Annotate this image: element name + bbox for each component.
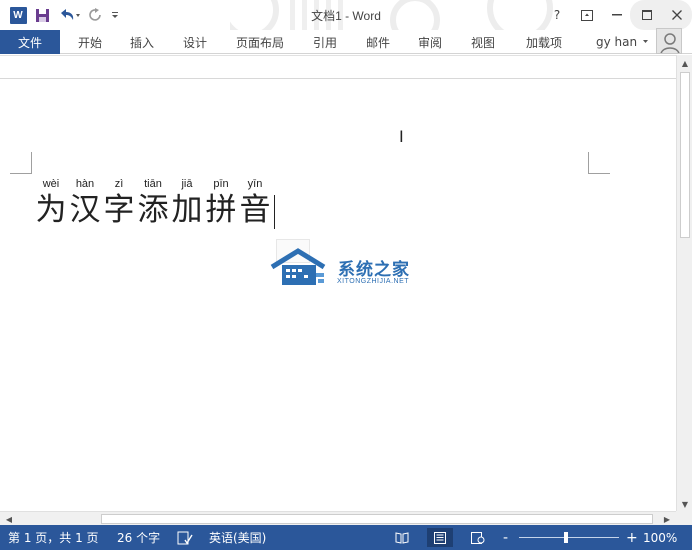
scroll-right-icon[interactable]: ▶ xyxy=(661,512,673,526)
user-silhouette-icon xyxy=(660,33,680,53)
title-bar: W 文档1 - Word ? xyxy=(0,0,692,30)
print-layout-icon[interactable] xyxy=(427,528,453,547)
zoom-in-button[interactable]: + xyxy=(626,525,638,550)
ruby-char: hàn 汉 xyxy=(69,178,101,228)
help-icon[interactable]: ? xyxy=(542,0,572,30)
tab-file[interactable]: 文件 xyxy=(0,30,60,54)
minimize-icon[interactable] xyxy=(602,0,632,30)
ribbon-tabs: 文件 开始 插入 设计 页面布局 引用 邮件 审阅 视图 加载项 gy han xyxy=(0,30,692,54)
watermark-url: XITONGZHIJIA.NET xyxy=(337,278,410,285)
horizontal-scroll-thumb[interactable] xyxy=(101,514,653,524)
ruby-char: zì 字 xyxy=(103,178,135,228)
margin-corner-top-right xyxy=(588,152,610,174)
margin-corner-top-left xyxy=(10,152,32,174)
tab-review[interactable]: 审阅 xyxy=(410,30,450,54)
word-count[interactable]: 26 个字 xyxy=(117,525,160,550)
tab-references[interactable]: 引用 xyxy=(305,30,345,54)
maximize-icon[interactable] xyxy=(632,0,662,30)
tab-addins[interactable]: 加载项 xyxy=(518,30,570,54)
scroll-left-icon[interactable]: ◀ xyxy=(3,512,15,526)
ruby-char: yīn 音 xyxy=(239,178,271,228)
zoom-slider-thumb[interactable] xyxy=(564,532,568,543)
language-indicator[interactable]: 英语(美国) xyxy=(209,525,266,550)
tab-page-layout[interactable]: 页面布局 xyxy=(230,30,290,54)
tab-insert[interactable]: 插入 xyxy=(122,30,162,54)
user-name: gy han xyxy=(596,35,638,49)
zoom-level[interactable]: 100% xyxy=(643,525,677,550)
ribbon-display-options-icon[interactable] xyxy=(572,0,602,30)
ruby-char: wèi 为 xyxy=(35,178,67,228)
house-logo-icon xyxy=(270,248,326,285)
avatar[interactable] xyxy=(656,28,682,54)
status-bar: 第 1 页，共 1 页 26 个字 英语(美国) - + 100% xyxy=(0,525,692,550)
user-account[interactable]: gy han xyxy=(596,30,651,54)
close-icon[interactable] xyxy=(662,0,692,30)
watermark-logo: 系统之家 XITONGZHIJIA.NET xyxy=(268,247,418,297)
horizontal-scrollbar[interactable]: ◀ ▶ xyxy=(0,511,676,525)
document-canvas[interactable]: I wèi 为 hàn 汉 zì 字 tiān 添 jiā 加 pīn 拼 yīn 音 系统之… xyxy=(0,55,676,512)
page-count[interactable]: 第 1 页，共 1 页 xyxy=(8,525,99,550)
scroll-down-icon[interactable]: ▼ xyxy=(677,496,692,512)
chevron-down-icon xyxy=(643,40,649,43)
tab-design[interactable]: 设计 xyxy=(175,30,215,54)
page-edge xyxy=(0,78,676,79)
proofing-icon[interactable] xyxy=(177,525,193,550)
ruby-char: jiā 加 xyxy=(171,178,203,228)
ruby-char: tiān 添 xyxy=(137,178,169,228)
watermark-name: 系统之家 xyxy=(338,260,410,280)
zoom-out-button[interactable]: - xyxy=(503,525,508,550)
tab-home[interactable]: 开始 xyxy=(70,30,110,54)
i-beam-cursor-icon: I xyxy=(399,127,404,146)
vertical-scroll-thumb[interactable] xyxy=(680,72,690,238)
text-caret xyxy=(274,195,275,229)
zoom-slider[interactable] xyxy=(519,537,619,538)
scrollbar-corner xyxy=(676,511,692,525)
scroll-up-icon[interactable]: ▲ xyxy=(677,55,692,71)
read-mode-icon[interactable] xyxy=(389,528,415,547)
tab-mailings[interactable]: 邮件 xyxy=(358,30,398,54)
ruby-char: pīn 拼 xyxy=(205,178,237,228)
web-layout-icon[interactable] xyxy=(465,528,491,547)
tab-view[interactable]: 视图 xyxy=(463,30,503,54)
window-controls: ? xyxy=(542,0,692,30)
vertical-scrollbar[interactable]: ▲ ▼ xyxy=(676,55,692,512)
